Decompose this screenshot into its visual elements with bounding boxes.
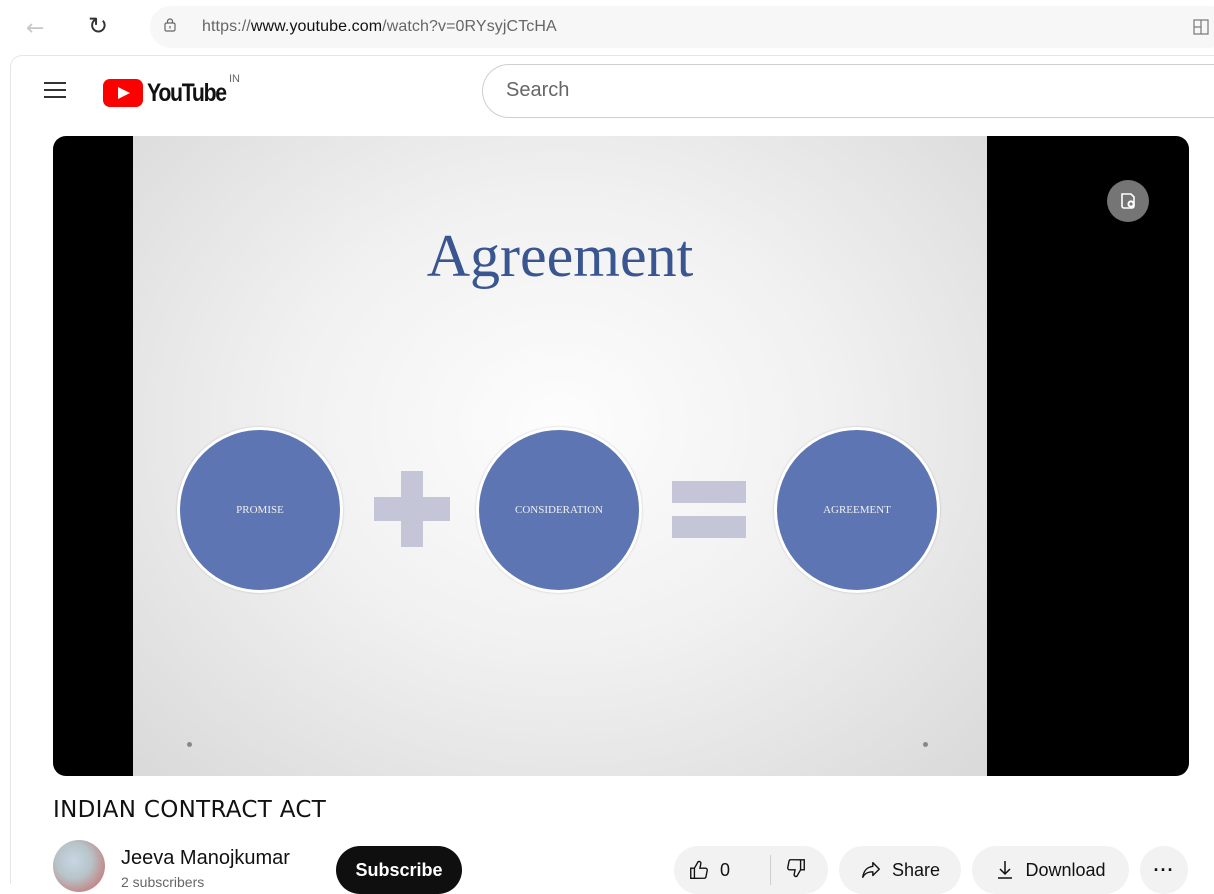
pip-icon[interactable] — [1107, 180, 1149, 222]
channel-name[interactable]: Jeeva Manojkumar — [121, 847, 290, 870]
youtube-logo[interactable]: YouTube IN — [103, 73, 240, 107]
menu-icon[interactable] — [44, 82, 66, 98]
download-label: Download — [1025, 859, 1106, 880]
lock-icon — [164, 18, 176, 32]
address-bar[interactable]: https://www.youtube.com/watch?v=0RYsyjCT… — [150, 6, 1214, 48]
search-input[interactable] — [504, 78, 1108, 103]
channel-avatar[interactable] — [53, 840, 105, 892]
region-code: IN — [229, 73, 240, 85]
shield-icon — [1121, 193, 1135, 209]
dislike-button[interactable] — [771, 857, 807, 884]
plus-sign-bar — [374, 497, 450, 521]
promise-circle: PROMISE — [177, 427, 343, 593]
subscribe-button[interactable]: Subscribe — [336, 846, 462, 894]
slide-dot — [187, 742, 192, 747]
browser-toolbar: ← ↻ https://www.youtube.com/watch?v=0RYs… — [0, 0, 1214, 55]
slide-title: Agreement — [426, 223, 694, 289]
youtube-play-icon — [103, 79, 143, 107]
reload-icon[interactable]: ↻ — [88, 12, 108, 40]
extension-icon[interactable] — [1192, 18, 1210, 36]
subscriber-count: 2 subscribers — [121, 874, 205, 890]
search-box[interactable] — [482, 64, 1214, 118]
like-dislike-group: 0 — [674, 846, 828, 894]
share-label: Share — [891, 859, 941, 880]
more-icon: ··· — [1153, 859, 1175, 880]
slide-dot — [923, 742, 928, 747]
equals-sign — [672, 481, 746, 503]
consideration-circle: CONSIDERATION — [476, 427, 642, 593]
video-frame: Agreement PROMISE CONSIDERATION AGREEMEN… — [133, 136, 987, 776]
download-button[interactable]: Download — [972, 846, 1129, 894]
back-icon[interactable]: ← — [26, 16, 44, 41]
equals-sign-bar — [672, 516, 746, 538]
download-icon — [998, 861, 1013, 879]
agreement-circle: AGREEMENT — [774, 427, 940, 593]
logo-text: YouTube — [147, 78, 227, 107]
share-button[interactable]: Share — [839, 846, 961, 894]
video-title: INDIAN CONTRACT ACT — [53, 797, 327, 823]
like-count: 0 — [720, 859, 731, 880]
url-text: https://www.youtube.com/watch?v=0RYsyjCT… — [202, 18, 557, 35]
thumbs-down-icon — [787, 858, 805, 877]
video-player[interactable]: Agreement PROMISE CONSIDERATION AGREEMEN… — [53, 136, 1189, 776]
thumbs-up-icon — [690, 860, 708, 879]
like-button[interactable]: 0 — [674, 859, 770, 881]
share-icon — [862, 861, 880, 879]
more-actions-button[interactable]: ··· — [1140, 846, 1188, 894]
